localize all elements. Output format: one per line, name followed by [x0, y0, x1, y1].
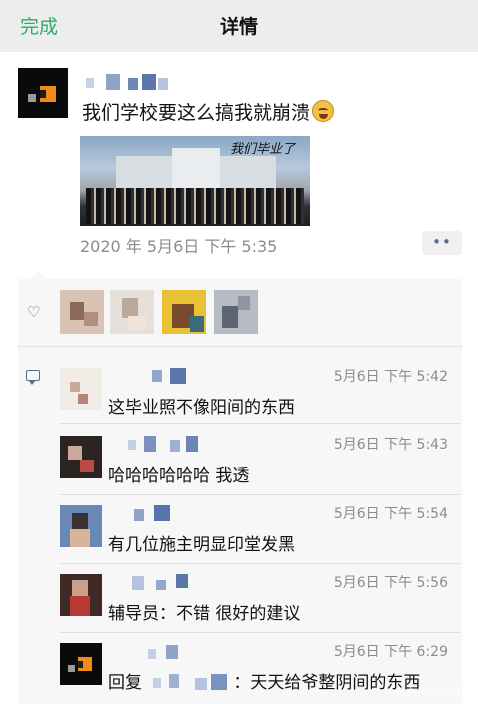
liker-avatar[interactable]: [162, 290, 206, 334]
photo-caption: 我们毕业了: [230, 142, 296, 157]
comment-time: 5月6日 下午 5:42: [333, 369, 448, 385]
watermark: 热心市民阿拉蕾: [395, 686, 472, 699]
poster-name-mosaic[interactable]: [82, 72, 172, 92]
comment-icon: [26, 370, 40, 385]
commenter-name-mosaic[interactable]: [108, 436, 198, 454]
reply-text: ：天天给爷整阴间的东西: [233, 673, 421, 693]
commenter-name-mosaic[interactable]: [108, 368, 198, 386]
commenter-name-mosaic[interactable]: [108, 574, 198, 592]
comment-time: 5月6日 下午 5:43: [333, 437, 448, 453]
post-photo[interactable]: 我们毕业了: [80, 136, 310, 226]
liker-avatar[interactable]: [60, 290, 104, 334]
liker-avatar[interactable]: [214, 290, 258, 334]
commenter-avatar[interactable]: [60, 368, 102, 410]
post-timestamp: 2020 年 5月6日 下午 5:35: [80, 237, 278, 256]
commenter-name-mosaic[interactable]: [108, 505, 198, 523]
reply-target-mosaic[interactable]: [147, 674, 233, 690]
commenter-name-mosaic[interactable]: [108, 643, 198, 661]
commenter-avatar[interactable]: [60, 643, 102, 685]
comment-text: 辅导员：不错 很好的建议: [108, 604, 301, 624]
laughing-emoji-icon: [312, 100, 335, 122]
commenter-avatar[interactable]: [60, 436, 102, 478]
navigation-bar: 完成 详情: [0, 0, 478, 52]
reply-prefix: 回复: [108, 673, 142, 693]
comment-separator: [60, 423, 460, 424]
comment-time: 5月6日 下午 5:56: [333, 575, 448, 591]
comment-time: 5月6日 下午 5:54: [333, 506, 448, 522]
comment-time: 5月6日 下午 6:29: [333, 644, 448, 660]
poster-avatar[interactable]: [18, 68, 68, 118]
comment-separator: [60, 632, 460, 633]
comment-text: 有几位施主明显印堂发黑: [108, 535, 295, 555]
comment-reply: 回复 ：天天给爷整阴间的东西: [108, 668, 420, 693]
more-options-button[interactable]: ••: [422, 231, 462, 255]
comment-separator: [60, 494, 460, 495]
comment-text: 哈哈哈哈哈哈 我透: [108, 466, 250, 486]
heart-icon: ♡: [27, 303, 41, 321]
panel-divider: [18, 346, 462, 347]
comment-text: 这毕业照不像阳间的东西: [108, 398, 295, 418]
liker-avatar[interactable]: [110, 290, 154, 334]
commenter-avatar[interactable]: [60, 574, 102, 616]
post-text: 我们学校要这么搞我就崩溃: [82, 98, 335, 125]
comment-separator: [60, 563, 460, 564]
page-title: 详情: [219, 16, 258, 38]
commenter-avatar[interactable]: [60, 505, 102, 547]
